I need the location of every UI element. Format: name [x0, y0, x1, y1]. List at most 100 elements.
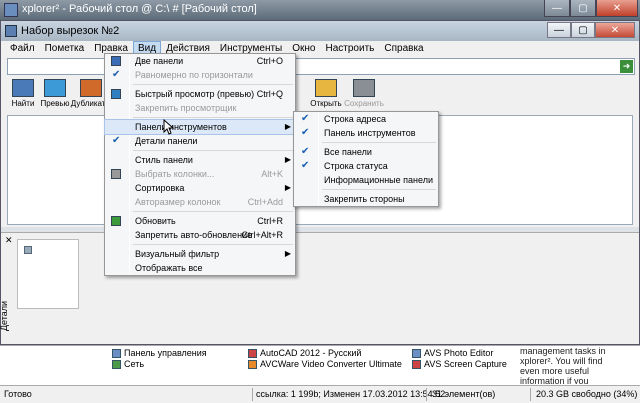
- menu-1[interactable]: Пометка: [40, 41, 90, 58]
- background-list-label: AutoCAD 2012 - Русский: [260, 348, 362, 358]
- file-icon: [248, 349, 257, 358]
- status-item-count: 31 элемент(ов): [432, 389, 496, 399]
- toolbar-button-label: Сохранить: [344, 99, 384, 108]
- background-list-item: Сеть: [112, 359, 207, 370]
- background-list-item: AutoCAD 2012 - Русский: [248, 348, 402, 359]
- menu-item-0[interactable]: Две панели Ctrl+O: [105, 54, 295, 68]
- maximize-button[interactable]: ▢: [570, 0, 596, 17]
- window-close-button[interactable]: ✕: [595, 22, 635, 38]
- menu-item-label: Визуальный фильтр: [135, 249, 220, 259]
- details-panel: ✕ Детали: [0, 232, 639, 344]
- menu-item-15[interactable]: Запретить авто-обновление Ctrl+Alt+R: [105, 228, 295, 242]
- toolbar-button-label: Найти: [11, 99, 35, 108]
- menu-item-3[interactable]: Быстрый просмотр (превью) Ctrl+Q: [105, 87, 295, 101]
- toolbar-button-label: Превью: [40, 99, 70, 108]
- status-link-info: ссылка: 1 199b; Изменен 17.03.2012 13:54…: [256, 389, 446, 399]
- toolbars-submenu: ✔ Строка адреса ✔ Панель инструментов ✔ Все п…: [293, 111, 439, 207]
- status-bar: Готово ссылка: 1 199b; Изменен 17.03.201…: [0, 385, 640, 403]
- help-panel: management tasks in xplorer². You will fi…: [520, 346, 632, 384]
- menu-item-3[interactable]: ✔ Все панели: [294, 145, 438, 159]
- minimize-button[interactable]: —: [544, 0, 570, 17]
- menu-item-label: Сортировка: [135, 183, 185, 193]
- window-maximize-button[interactable]: ▢: [571, 22, 595, 38]
- menu-item-18[interactable]: Отображать все: [105, 261, 295, 275]
- close-details-icon[interactable]: ✕: [5, 235, 13, 246]
- go-arrow-icon[interactable]: ➜: [620, 60, 633, 73]
- file-icon: [412, 349, 421, 358]
- background-window-title: xplorer² - Рабочий стол @ C:\ # [Рабочий…: [22, 3, 257, 15]
- menu-item-label: Выбрать колонки...: [135, 169, 215, 179]
- background-list-label: AVS Screen Capture: [424, 359, 507, 369]
- checkmark-icon: ✔: [301, 160, 310, 171]
- file-icon: [248, 360, 257, 369]
- columns-icon: [111, 169, 121, 179]
- menu-item-0[interactable]: ✔ Строка адреса: [294, 112, 438, 126]
- toolbar-button-right-0[interactable]: Открыть: [307, 77, 345, 113]
- checkmark-icon: ✔: [301, 127, 310, 138]
- menu-item-label: Две панели: [135, 56, 184, 66]
- search-icon: [12, 79, 34, 97]
- status-free-space: 20.3 GB свободно (34%): [536, 389, 638, 399]
- menu-8[interactable]: Справка: [379, 41, 428, 58]
- background-list-label: Панель управления: [124, 348, 207, 358]
- window-minimize-button[interactable]: —: [547, 22, 571, 38]
- close-button[interactable]: ✕: [596, 0, 638, 17]
- menu-item-9[interactable]: Стиль панели ▶: [105, 153, 295, 167]
- window-titlebar: Набор вырезок №2 — ▢ ✕: [1, 21, 639, 41]
- menu-7[interactable]: Настроить: [321, 41, 380, 58]
- menu-item-5[interactable]: Информационные панели: [294, 173, 438, 187]
- help-line: even more useful: [520, 366, 590, 376]
- menu-item-label: Обновить: [135, 216, 176, 226]
- background-list-label: AVCWare Video Converter Ultimate: [260, 359, 402, 369]
- menu-item-7[interactable]: Закрепить стороны: [294, 192, 438, 206]
- mouse-cursor-icon: [163, 119, 175, 135]
- toolbar-button-1[interactable]: Превью: [39, 77, 71, 113]
- background-list-item: AVCWare Video Converter Ultimate: [248, 359, 402, 370]
- menu-item-1[interactable]: ✔ Панель инструментов: [294, 126, 438, 140]
- preview-icon: [44, 79, 66, 97]
- menu-item-label: Панели инструментов: [135, 122, 227, 132]
- file-icon: [412, 360, 421, 369]
- submenu-arrow-icon: ▶: [284, 249, 291, 258]
- menu-item-6[interactable]: Панели инструментов ▶: [104, 119, 296, 135]
- address-bar[interactable]: ➜: [7, 58, 635, 75]
- menu-item-label: Все панели: [324, 147, 372, 157]
- help-line: xplorer². You will find: [520, 356, 603, 366]
- toolbar-button-right-1[interactable]: Сохранить: [344, 77, 384, 113]
- menu-item-shortcut: Ctrl+Alt+R: [241, 230, 283, 240]
- background-list-item: AVS Screen Capture: [412, 359, 507, 370]
- menu-item-4[interactable]: ✔ Строка статуса: [294, 159, 438, 173]
- menu-item-12: Авторазмер колонок Ctrl+Add: [105, 195, 295, 209]
- checkmark-icon: ✔: [301, 146, 310, 157]
- details-label: Детали: [0, 300, 10, 332]
- checkmark-icon: ✔: [112, 135, 121, 146]
- status-ready: Готово: [4, 389, 32, 399]
- toolbar: Найти Превью Дубликаты Открыть Сохранить: [7, 77, 635, 113]
- file-icon: [24, 246, 32, 254]
- menu-item-label: Стиль панели: [135, 155, 193, 165]
- menu-item-14[interactable]: Обновить Ctrl+R: [105, 214, 295, 228]
- menu-item-shortcut: Ctrl+R: [257, 216, 283, 226]
- menu-item-4: Закрепить просмотрщик: [105, 101, 295, 115]
- submenu-arrow-icon: ▶: [284, 122, 291, 131]
- menu-item-label: Закрепить стороны: [324, 194, 405, 204]
- menu-item-label: Равномерно по горизонтали: [135, 70, 253, 80]
- checkmark-icon: ✔: [301, 113, 310, 124]
- preview-thumbnail: [17, 239, 79, 309]
- menu-item-label: Строка адреса: [324, 114, 387, 124]
- menu-item-shortcut: Ctrl+Add: [247, 197, 283, 207]
- menu-item-label: Панель инструментов: [324, 128, 416, 138]
- menu-0[interactable]: Файл: [5, 41, 40, 58]
- background-list-label: AVS Photo Editor: [424, 348, 494, 358]
- menu-item-17[interactable]: Визуальный фильтр ▶: [105, 247, 295, 261]
- menu-item-1: ✔ Равномерно по горизонтали: [105, 68, 295, 82]
- menu-item-label: Детали панели: [135, 136, 198, 146]
- menu-item-7[interactable]: ✔ Детали панели: [105, 134, 295, 148]
- menu-item-11[interactable]: Сортировка ▶: [105, 181, 295, 195]
- app-icon: [4, 3, 18, 17]
- menu-item-shortcut: Ctrl+Q: [256, 89, 283, 99]
- submenu-arrow-icon: ▶: [284, 155, 291, 164]
- duplicates-icon: [80, 79, 102, 97]
- toolbar-button-0[interactable]: Найти: [7, 77, 39, 113]
- menu-bar: Файл Пометка Правка Вид Действия Инструменты О…: [1, 41, 639, 58]
